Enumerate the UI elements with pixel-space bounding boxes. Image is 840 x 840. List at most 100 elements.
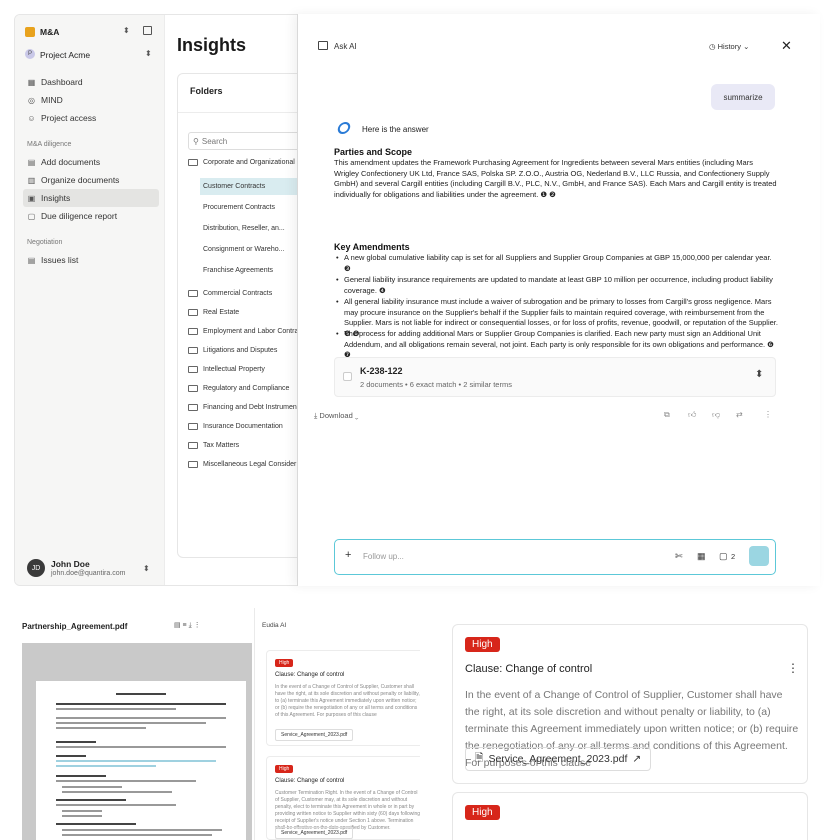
folder-employment[interactable]: Employment and Labor Contra bbox=[188, 323, 306, 340]
status-badge: High bbox=[465, 637, 500, 652]
download-button[interactable]: ⤓ Download ⌄ bbox=[314, 411, 358, 421]
search-input[interactable]: ⚲ Search bbox=[188, 132, 306, 150]
divider bbox=[178, 112, 306, 113]
org-switcher-icon[interactable]: ⬍ bbox=[123, 26, 130, 35]
send-button[interactable] bbox=[749, 546, 769, 566]
sidebar-item-mind[interactable]: ◎ MIND bbox=[23, 91, 159, 109]
magic-wand-icon[interactable]: ✄ bbox=[675, 551, 683, 562]
avatar[interactable]: JD bbox=[27, 559, 45, 577]
clause-card-zoomed[interactable]: High Clause: Change of control ⋮ In the … bbox=[452, 624, 808, 784]
subfolder-franchise[interactable]: Franchise Agreements bbox=[200, 262, 306, 279]
sidebar-item-label: MIND bbox=[41, 95, 63, 105]
sidebar: M&A ⬍ P Project Acme ⬍ ▦ Dashboard ◎ MIND … bbox=[15, 15, 165, 585]
pdf-toolbar-icons[interactable]: ▤ ≡ ⤓ ⋮ bbox=[174, 621, 201, 630]
folder-financing[interactable]: Financing and Debt Instrumen bbox=[188, 399, 306, 416]
folder-icon bbox=[188, 385, 198, 392]
pdf-page bbox=[36, 681, 246, 840]
file-name: Service_Agreement_2023.pdf bbox=[281, 830, 348, 836]
table-icon[interactable]: ▦ bbox=[697, 551, 706, 562]
project-switcher-icon[interactable]: ⬍ bbox=[145, 49, 152, 58]
folders-panel: Folders ⚲ Search Corporate and Organizati… bbox=[177, 73, 307, 558]
thumbs-up-icon[interactable]: 👍︎ bbox=[688, 410, 696, 420]
sidebar-item-organize-documents[interactable]: ▥ Organize documents bbox=[23, 171, 159, 189]
answer-paragraph: This amendment updates the Framework Pur… bbox=[334, 158, 777, 199]
folder-commercial[interactable]: Commercial Contracts bbox=[188, 285, 306, 302]
ai-panel-label: Eudia AI bbox=[262, 622, 287, 629]
subfolder-procurement[interactable]: Procurement Contracts1 bbox=[200, 199, 306, 216]
folder-label: Insurance Documentation bbox=[203, 423, 283, 430]
source-document-card[interactable]: K-238-122 2 documents • 6 exact match • … bbox=[334, 357, 776, 397]
clause-title: Clause: Change of control bbox=[275, 672, 345, 678]
folder-label: Employment and Labor Contra bbox=[203, 328, 299, 335]
folder-label: Customer Contracts bbox=[203, 183, 266, 190]
file-chip[interactable]: Service_Agreement_2023.pdf bbox=[275, 827, 354, 839]
subfolder-consignment[interactable]: Consignment or Wareho...1 bbox=[200, 241, 306, 258]
sidebar-item-add-documents[interactable]: ▤ Add documents bbox=[23, 153, 159, 171]
sidebar-item-dashboard[interactable]: ▦ Dashboard bbox=[23, 73, 159, 91]
project-name[interactable]: Project Acme bbox=[40, 50, 90, 60]
followup-input[interactable]: + Follow up... ✄ ▦ ▢ 2 bbox=[334, 539, 776, 575]
sidebar-item-due-diligence-report[interactable]: ▢ Due diligence report bbox=[23, 207, 159, 225]
sidebar-item-label: Add documents bbox=[41, 157, 101, 167]
subfolder-distribution[interactable]: Distribution, Reseller, an...4 bbox=[200, 220, 306, 237]
copy-icon[interactable]: ⧉ bbox=[664, 410, 670, 420]
folder-regulatory[interactable]: Regulatory and Compliance bbox=[188, 380, 306, 397]
folder-corporate[interactable]: Corporate and Organizational bbox=[188, 154, 306, 171]
sidebar-item-issues-list[interactable]: ▤ Issues list bbox=[23, 251, 159, 269]
file-chip[interactable]: Service_Agreement_2023.pdf bbox=[275, 729, 354, 741]
list-icon: ▤ bbox=[27, 255, 36, 265]
dashboard-icon: ▦ bbox=[27, 77, 36, 87]
thumbs-down-icon[interactable]: 👎︎ bbox=[712, 410, 720, 420]
clause-title: Clause: Change of control bbox=[465, 663, 593, 675]
clause-card[interactable]: High bbox=[452, 792, 808, 840]
history-button[interactable]: ◷ History ⌄ bbox=[709, 42, 749, 51]
answer-intro: Here is the answer bbox=[362, 125, 429, 134]
folder-label: Corporate and Organizational bbox=[203, 159, 295, 166]
folder-label: Real Estate bbox=[203, 309, 240, 316]
user-menu-icon[interactable]: ⬍ bbox=[143, 564, 150, 573]
history-label: History bbox=[717, 42, 741, 51]
clause-card[interactable]: High Clause: Change of control In the ev… bbox=[266, 650, 420, 746]
pdf-filename: Partnership_Agreement.pdf bbox=[22, 622, 128, 631]
answer-bullet: A new global cumulative liability cap is… bbox=[334, 253, 778, 274]
folder-litigations[interactable]: Litigations and Disputes bbox=[188, 342, 306, 359]
folder-label: Litigations and Disputes bbox=[203, 347, 278, 354]
add-document-icon: ▤ bbox=[27, 157, 36, 167]
sidebar-item-label: Insights bbox=[41, 193, 71, 203]
collapse-sidebar-icon[interactable] bbox=[143, 26, 152, 35]
folder-real-estate[interactable]: Real Estate bbox=[188, 304, 306, 321]
folder-insurance[interactable]: Insurance Documentation bbox=[188, 418, 306, 435]
more-icon[interactable]: ⋮ bbox=[787, 661, 799, 675]
users-icon: ☺ bbox=[27, 113, 36, 123]
ask-ai-title: Ask AI bbox=[334, 42, 357, 51]
documents-count: 2 bbox=[731, 552, 736, 561]
close-icon[interactable]: ✕ bbox=[781, 38, 792, 54]
chevron-down-icon: ⌄ bbox=[352, 411, 359, 420]
followup-placeholder: Follow up... bbox=[363, 552, 404, 561]
sidebar-item-project-access[interactable]: ☺ Project access bbox=[23, 109, 159, 127]
documents-icon[interactable]: ▢ bbox=[719, 551, 728, 562]
clause-card[interactable]: High Clause: Change of control Customer … bbox=[266, 756, 420, 840]
file-chip[interactable]: 🗎︎ Service_Agreement_2023.pdf ↗ bbox=[465, 747, 652, 771]
doc-checkbox[interactable] bbox=[343, 372, 352, 381]
folder-misc[interactable]: Miscellaneous Legal Consider bbox=[188, 456, 306, 473]
status-badge: High bbox=[275, 765, 294, 773]
search-icon: ⚲ bbox=[193, 136, 199, 146]
folder-icon bbox=[188, 442, 198, 449]
panel-icon bbox=[318, 41, 328, 50]
subfolder-customer-contracts[interactable]: Customer Contracts2 bbox=[200, 178, 306, 195]
retry-icon[interactable]: ⇄ bbox=[736, 410, 743, 419]
folder-ip[interactable]: Intellectual Property bbox=[188, 361, 306, 378]
folder-tax[interactable]: Tax Matters bbox=[188, 437, 306, 454]
org-name[interactable]: M&A bbox=[40, 27, 59, 37]
mind-icon: ◎ bbox=[28, 95, 35, 105]
folders-heading: Folders bbox=[190, 86, 223, 96]
plus-icon[interactable]: + bbox=[345, 549, 351, 561]
more-icon[interactable]: ⋮ bbox=[764, 410, 772, 419]
folder-label: Tax Matters bbox=[203, 442, 240, 449]
sidebar-item-insights[interactable]: ▣ Insights bbox=[23, 189, 159, 207]
expand-icon[interactable]: ⬍ bbox=[755, 369, 763, 380]
status-badge: High bbox=[465, 805, 500, 820]
file-name: Service_Agreement_2023.pdf bbox=[281, 732, 348, 738]
answer-bullet: The process for adding additional Mars o… bbox=[334, 329, 778, 361]
